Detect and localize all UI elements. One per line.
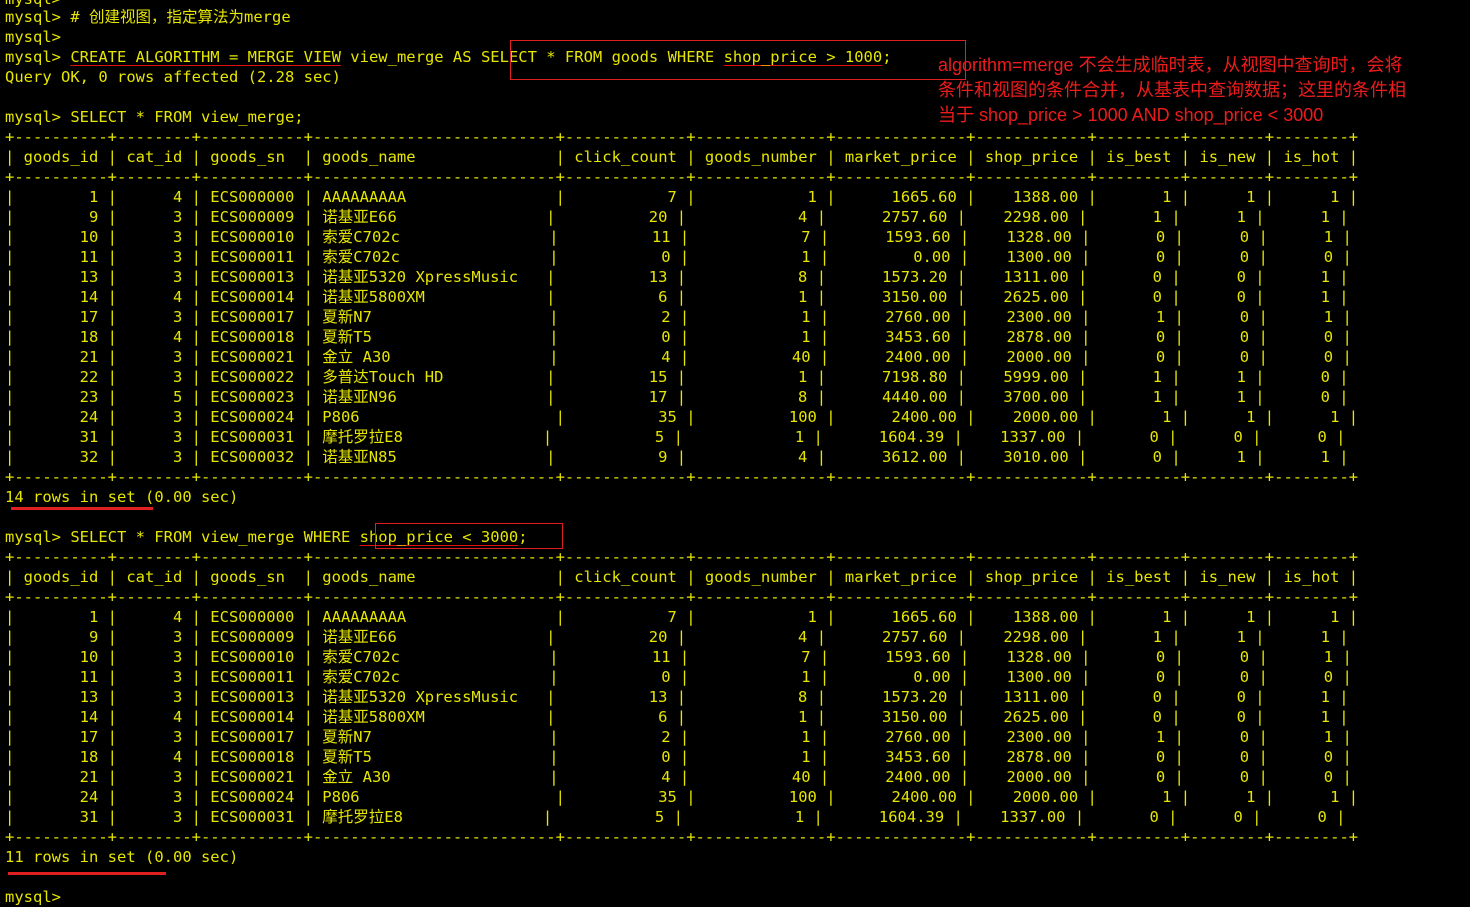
annotation-line-1: algorithm=merge 不会生成临时表，从视图中查询时，会将 bbox=[938, 55, 1403, 75]
table-border: +----------+--------+-----------+-------… bbox=[5, 468, 1359, 486]
annotation-line-2: 条件和视图的条件合并，从基表中查询数据；这里的条件相 bbox=[938, 80, 1406, 100]
select-view-command: mysql> SELECT * FROM view_merge; bbox=[5, 108, 304, 126]
annotation-note: algorithm=merge 不会生成临时表，从视图中查询时，会将 条件和视图… bbox=[938, 53, 1468, 128]
annotation-line-3: 当于 shop_price > 1000 AND shop_price < 30… bbox=[938, 105, 1324, 125]
table-row: | 17 | 3 | ECS000017 | 夏新N7 | 2 | 1 | 27… bbox=[5, 728, 1352, 746]
table-border: +----------+--------+-----------+-------… bbox=[5, 588, 1359, 606]
row-count: 11 rows in set bbox=[5, 848, 136, 866]
table-row: | 18 | 4 | ECS000018 | 夏新T5 | 0 | 1 | 34… bbox=[5, 748, 1352, 766]
table-row: | 11 | 3 | ECS000011 | 索爱C702c | 0 | 1 |… bbox=[5, 668, 1352, 686]
query-ok-line: Query OK, 0 rows affected (2.28 sec) bbox=[5, 68, 341, 86]
table-row: | 14 | 4 | ECS000014 | 诺基亚5800XM | 6 | 1… bbox=[5, 708, 1349, 726]
current-prompt[interactable]: mysql> bbox=[5, 887, 61, 907]
query-time: (0.00 sec) bbox=[135, 848, 239, 866]
prompt: mysql> SELECT * FROM view_merge WHERE bbox=[5, 528, 360, 546]
empty-prompt: mysql> bbox=[5, 28, 61, 46]
prompt: mysql> bbox=[5, 48, 71, 66]
table-row: | 9 | 3 | ECS000009 | 诺基亚E66 | 20 | 4 | … bbox=[5, 208, 1349, 226]
table-row: | 24 | 3 | ECS000024 | P806 | 35 | 100 |… bbox=[5, 408, 1359, 426]
table-row: | 13 | 3 | ECS000013 | 诺基亚5320 XpressMus… bbox=[5, 268, 1349, 286]
table-border: +----------+--------+-----------+-------… bbox=[5, 828, 1359, 846]
table-row: | 18 | 4 | ECS000018 | 夏新T5 | 0 | 1 | 34… bbox=[5, 328, 1352, 346]
table-row: | 31 | 3 | ECS000031 | 摩托罗拉E8 | 5 | 1 | … bbox=[5, 808, 1346, 826]
table-row: | 32 | 3 | ECS000032 | 诺基亚N85 | 9 | 4 | … bbox=[5, 448, 1349, 466]
query-time: (0.00 sec) bbox=[135, 488, 239, 506]
table-row: | 14 | 4 | ECS000014 | 诺基亚5800XM | 6 | 1… bbox=[5, 288, 1349, 306]
table-border: +----------+--------+-----------+-------… bbox=[5, 168, 1359, 186]
table-header: | goods_id | cat_id | goods_sn | goods_n… bbox=[5, 568, 1359, 586]
table-row: | 10 | 3 | ECS000010 | 索爱C702c | 11 | 7 … bbox=[5, 228, 1352, 246]
row-count-underline bbox=[11, 507, 153, 510]
table-row: | 22 | 3 | ECS000022 | 多普达Touch HD | 15 … bbox=[5, 368, 1349, 386]
result-summary: 11 rows in set (0.00 sec) bbox=[5, 847, 238, 867]
comment-line: mysql> # 创建视图，指定算法为merge bbox=[5, 8, 291, 26]
table-row: | 21 | 3 | ECS000021 | 金立 A30 | 4 | 40 |… bbox=[5, 348, 1352, 366]
create-algorithm-merge: CREATE ALGORITHM = MERGE VIEW bbox=[70, 48, 341, 66]
table-row: | 17 | 3 | ECS000017 | 夏新N7 | 2 | 1 | 27… bbox=[5, 308, 1352, 326]
row-count-underline bbox=[8, 872, 166, 875]
table-border: +----------+--------+-----------+-------… bbox=[5, 128, 1359, 146]
table-header: | goods_id | cat_id | goods_sn | goods_n… bbox=[5, 148, 1359, 166]
table-row: | 11 | 3 | ECS000011 | 索爱C702c | 0 | 1 |… bbox=[5, 248, 1352, 266]
table-row: | 13 | 3 | ECS000013 | 诺基亚5320 XpressMus… bbox=[5, 688, 1349, 706]
table-row: | 1 | 4 | ECS000000 | AAAAAAAAA | 7 | 1 … bbox=[5, 608, 1359, 626]
table-row: | 10 | 3 | ECS000010 | 索爱C702c | 11 | 7 … bbox=[5, 648, 1352, 666]
table-row: | 21 | 3 | ECS000021 | 金立 A30 | 4 | 40 |… bbox=[5, 768, 1352, 786]
condition-highlight-box bbox=[375, 523, 563, 549]
row-count: 14 rows in set bbox=[5, 488, 136, 506]
table-row: | 31 | 3 | ECS000031 | 摩托罗拉E8 | 5 | 1 | … bbox=[5, 428, 1346, 446]
table-row: | 24 | 3 | ECS000024 | P806 | 35 | 100 |… bbox=[5, 788, 1359, 806]
result-summary: 14 rows in set (0.00 sec) bbox=[5, 487, 238, 507]
table-row: | 1 | 4 | ECS000000 | AAAAAAAAA | 7 | 1 … bbox=[5, 188, 1359, 206]
table-border: +----------+--------+-----------+-------… bbox=[5, 548, 1359, 566]
select-highlight-box bbox=[510, 40, 966, 80]
table-row: | 23 | 5 | ECS000023 | 诺基亚N96 | 17 | 8 |… bbox=[5, 388, 1349, 406]
view-name: view_merge AS bbox=[340, 48, 481, 66]
table-row: | 9 | 3 | ECS000009 | 诺基亚E66 | 20 | 4 | … bbox=[5, 628, 1349, 646]
